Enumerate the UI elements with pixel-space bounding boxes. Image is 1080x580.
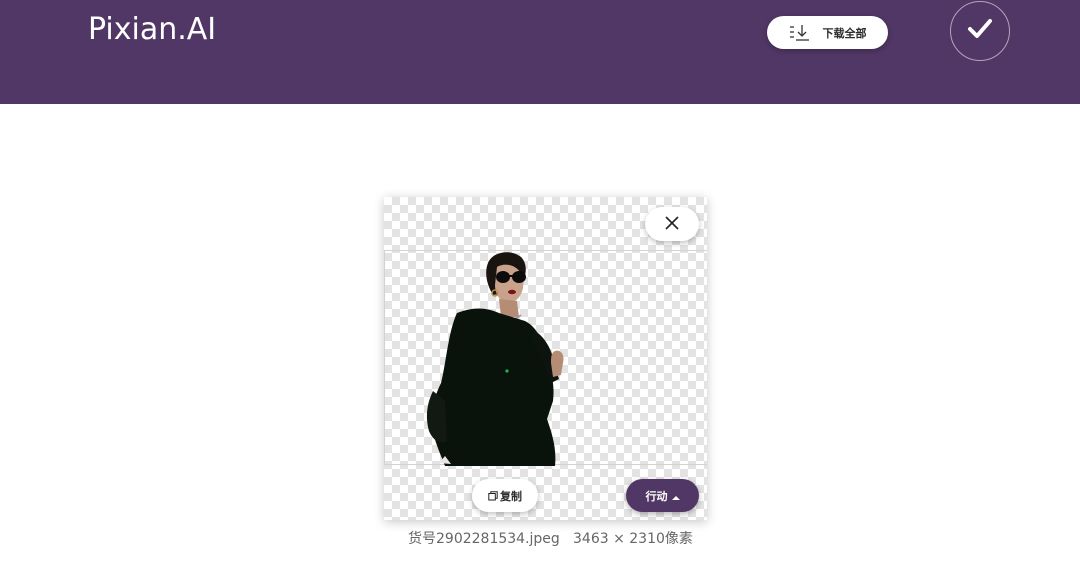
result-card: 复制 行动 xyxy=(384,197,707,520)
caret-up-icon xyxy=(671,486,680,505)
copy-button[interactable]: 复制 xyxy=(472,479,538,512)
download-list-icon xyxy=(789,24,811,42)
image-dimensions: 3463 × 2310像素 xyxy=(573,531,693,547)
app-header: Pixian.AI 下载全部 xyxy=(0,0,1080,104)
copy-icon xyxy=(488,486,498,505)
copy-label: 复制 xyxy=(500,489,522,503)
app-logo[interactable]: Pixian.AI xyxy=(88,12,216,47)
close-button[interactable] xyxy=(645,207,699,241)
download-all-button[interactable]: 下载全部 xyxy=(767,16,888,49)
checkmark-icon xyxy=(967,18,993,44)
download-all-label: 下载全部 xyxy=(822,26,867,40)
action-label: 行动 xyxy=(645,489,668,503)
file-name: 货号2902281534.jpeg xyxy=(408,531,560,547)
confirm-button[interactable] xyxy=(950,1,1010,61)
processed-image xyxy=(384,250,707,466)
action-menu-button[interactable]: 行动 xyxy=(626,479,699,512)
close-icon xyxy=(665,215,679,234)
